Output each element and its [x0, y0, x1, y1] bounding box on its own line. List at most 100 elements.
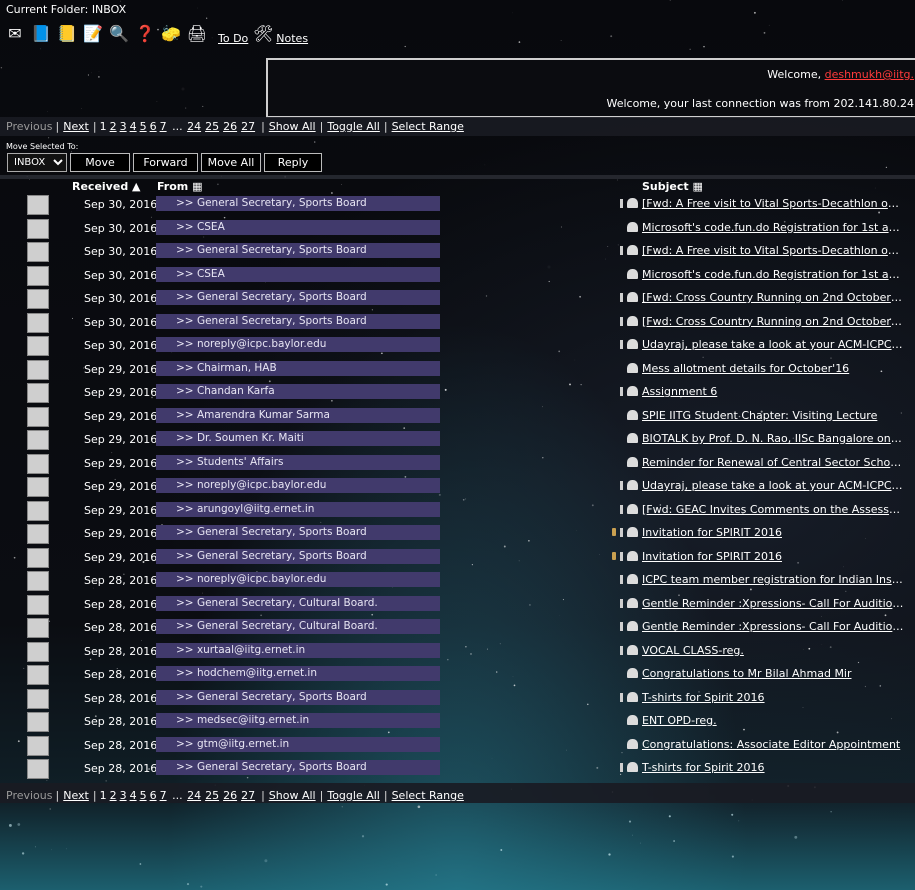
- page-3-link[interactable]: 3: [120, 120, 127, 133]
- message-subject-link[interactable]: [Fwd: A Free visit to Vital Sports-Decat…: [642, 197, 904, 210]
- folders-icon[interactable]: 📒: [56, 23, 78, 45]
- search-icon[interactable]: 🔍: [108, 23, 130, 45]
- toggle-all-link[interactable]: Toggle All: [327, 789, 380, 802]
- help-icon[interactable]: ❓: [134, 23, 156, 45]
- message-from[interactable]: >> medsec@iitg.ernet.in: [156, 713, 440, 728]
- message-checkbox[interactable]: [27, 618, 49, 638]
- message-checkbox[interactable]: [27, 524, 49, 544]
- message-from[interactable]: >> CSEA: [156, 219, 440, 235]
- message-from[interactable]: >> noreply@icpc.baylor.edu: [156, 478, 440, 493]
- message-subject-link[interactable]: Invitation for SPIRIT 2016: [642, 550, 904, 563]
- message-from[interactable]: >> Chairman, HAB: [156, 360, 440, 376]
- compose-icon[interactable]: ✉: [4, 23, 26, 45]
- message-checkbox[interactable]: [27, 289, 49, 309]
- message-from[interactable]: >> General Secretary, Cultural Board.: [156, 619, 440, 634]
- show-all-link[interactable]: Show All: [269, 789, 316, 802]
- from-column-header[interactable]: From ▦: [157, 180, 202, 193]
- page-4-link[interactable]: 4: [130, 120, 137, 133]
- page-26-link[interactable]: 26: [223, 120, 237, 133]
- message-from[interactable]: >> General Secretary, Sports Board: [156, 196, 440, 211]
- message-checkbox[interactable]: [27, 594, 49, 615]
- message-checkbox[interactable]: [27, 712, 49, 732]
- message-checkbox[interactable]: [27, 571, 49, 591]
- message-from[interactable]: >> arungoyl@iitg.ernet.in: [156, 501, 440, 517]
- message-checkbox[interactable]: [27, 500, 49, 521]
- message-from[interactable]: >> General Secretary, Sports Board: [156, 760, 440, 775]
- message-from[interactable]: >> xurtaal@iitg.ernet.in: [156, 642, 440, 658]
- eraser-icon[interactable]: 🧽: [160, 23, 182, 45]
- message-checkbox[interactable]: [27, 359, 49, 380]
- message-from[interactable]: >> General Secretary, Sports Board: [156, 243, 440, 258]
- message-subject-link[interactable]: T-shirts for Spirit 2016: [642, 691, 904, 704]
- message-checkbox[interactable]: [27, 265, 49, 286]
- message-subject-link[interactable]: [Fwd: Cross Country Running on 2nd Octob…: [642, 315, 904, 328]
- subject-column-header[interactable]: Subject ▦: [642, 180, 703, 193]
- message-subject-link[interactable]: Udayraj, please take a look at your ACM-…: [642, 338, 904, 351]
- forward-button[interactable]: Forward: [133, 153, 198, 172]
- message-subject-link[interactable]: Mess allotment details for October'16: [642, 362, 904, 375]
- page-6-link[interactable]: 6: [150, 789, 157, 802]
- message-subject-link[interactable]: Gentle Reminder :Xpressions- Call For Au…: [642, 597, 904, 610]
- message-from[interactable]: >> CSEA: [156, 266, 440, 282]
- message-from[interactable]: >> General Secretary, Sports Board: [156, 313, 440, 329]
- show-all-link[interactable]: Show All: [269, 120, 316, 133]
- message-from[interactable]: >> Chandan Karfa: [156, 384, 440, 399]
- page-2-link[interactable]: 2: [110, 789, 117, 802]
- next-link[interactable]: Next: [63, 789, 89, 802]
- options-icon[interactable]: 📝: [82, 23, 104, 45]
- message-checkbox[interactable]: [27, 336, 49, 356]
- message-checkbox[interactable]: [27, 242, 49, 262]
- page-7-link[interactable]: 7: [160, 120, 167, 133]
- message-checkbox[interactable]: [27, 453, 49, 474]
- message-subject-link[interactable]: ICPC team member registration for Indian…: [642, 573, 904, 586]
- next-link[interactable]: Next: [63, 120, 89, 133]
- page-27-link[interactable]: 27: [241, 120, 255, 133]
- message-from[interactable]: >> hodchem@iitg.ernet.in: [156, 666, 440, 681]
- message-from[interactable]: >> General Secretary, Cultural Board.: [156, 595, 440, 611]
- page-4-link[interactable]: 4: [130, 789, 137, 802]
- welcome-user-link[interactable]: deshmukh@iitg.: [825, 68, 914, 81]
- message-checkbox[interactable]: [27, 665, 49, 685]
- page-26-link[interactable]: 26: [223, 789, 237, 802]
- message-subject-link[interactable]: Microsoft's code.fun.do Registration for…: [642, 221, 904, 234]
- message-subject-link[interactable]: Assignment 6: [642, 385, 904, 398]
- message-subject-link[interactable]: [Fwd: A Free visit to Vital Sports-Decat…: [642, 244, 904, 257]
- page-3-link[interactable]: 3: [120, 789, 127, 802]
- received-column-header[interactable]: Received ▲: [72, 180, 140, 193]
- message-subject-link[interactable]: Gentle Reminder :Xpressions- Call For Au…: [642, 620, 904, 633]
- message-checkbox[interactable]: [27, 688, 49, 709]
- message-from[interactable]: >> Amarendra Kumar Sarma: [156, 407, 440, 423]
- message-checkbox[interactable]: [27, 406, 49, 427]
- move-button[interactable]: Move: [70, 153, 130, 172]
- todo-link[interactable]: To Do: [218, 32, 248, 45]
- addressbook-icon[interactable]: 📘: [30, 23, 52, 45]
- message-subject-link[interactable]: Microsoft's code.fun.do Registration for…: [642, 268, 904, 281]
- message-subject-link[interactable]: [Fwd: Cross Country Running on 2nd Octob…: [642, 291, 904, 304]
- message-from[interactable]: >> General Secretary, Sports Board: [156, 548, 440, 564]
- notes-link[interactable]: Notes: [276, 32, 308, 45]
- page-2-link[interactable]: 2: [110, 120, 117, 133]
- page-6-link[interactable]: 6: [150, 120, 157, 133]
- page-24-link[interactable]: 24: [187, 789, 201, 802]
- folder-select[interactable]: INBOX: [7, 153, 67, 172]
- select-range-link[interactable]: Select Range: [392, 789, 464, 802]
- message-subject-link[interactable]: BIOTALK by Prof. D. N. Rao, IISc Bangalo…: [642, 432, 904, 445]
- message-subject-link[interactable]: VOCAL CLASS-reg.: [642, 644, 904, 657]
- toggle-all-link[interactable]: Toggle All: [327, 120, 380, 133]
- printer-icon[interactable]: 🖨: [186, 23, 208, 45]
- message-from[interactable]: >> Dr. Soumen Kr. Maiti: [156, 431, 440, 446]
- message-from[interactable]: >> General Secretary, Sports Board: [156, 525, 440, 540]
- message-subject-link[interactable]: SPIE IITG Student Chapter: Visiting Lect…: [642, 409, 904, 422]
- message-subject-link[interactable]: Congratulations: Associate Editor Appoin…: [642, 738, 904, 751]
- page-5-link[interactable]: 5: [140, 120, 147, 133]
- message-subject-link[interactable]: Udayraj, please take a look at your ACM-…: [642, 479, 904, 492]
- message-checkbox[interactable]: [27, 477, 49, 497]
- message-from[interactable]: >> noreply@icpc.baylor.edu: [156, 572, 440, 587]
- page-24-link[interactable]: 24: [187, 120, 201, 133]
- message-subject-link[interactable]: Invitation for SPIRIT 2016: [642, 526, 904, 539]
- message-from[interactable]: >> General Secretary, Sports Board: [156, 290, 440, 305]
- page-7-link[interactable]: 7: [160, 789, 167, 802]
- message-checkbox[interactable]: [27, 547, 49, 568]
- message-checkbox[interactable]: [27, 383, 49, 403]
- page-25-link[interactable]: 25: [205, 789, 219, 802]
